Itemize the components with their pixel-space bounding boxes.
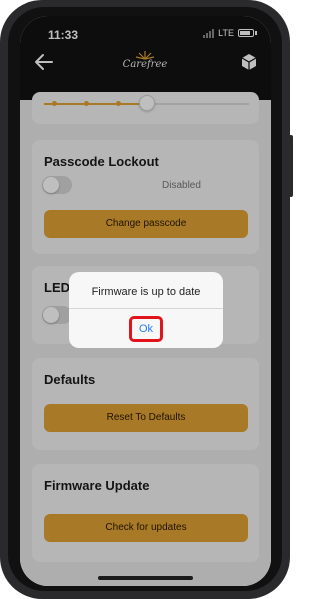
app-screen: 11:33 LTE Carefree Passcode Lockout Disa… (20, 16, 271, 586)
mute-switch (0, 78, 1, 100)
firmware-alert-dialog: Firmware is up to date Ok (69, 272, 223, 348)
power-button (289, 135, 293, 197)
volume-up-button (0, 120, 1, 162)
home-indicator (98, 576, 193, 580)
ok-button[interactable]: Ok (129, 316, 163, 342)
dialog-message: Firmware is up to date (91, 286, 201, 298)
volume-down-button (0, 172, 1, 214)
dialog-divider (69, 308, 223, 309)
